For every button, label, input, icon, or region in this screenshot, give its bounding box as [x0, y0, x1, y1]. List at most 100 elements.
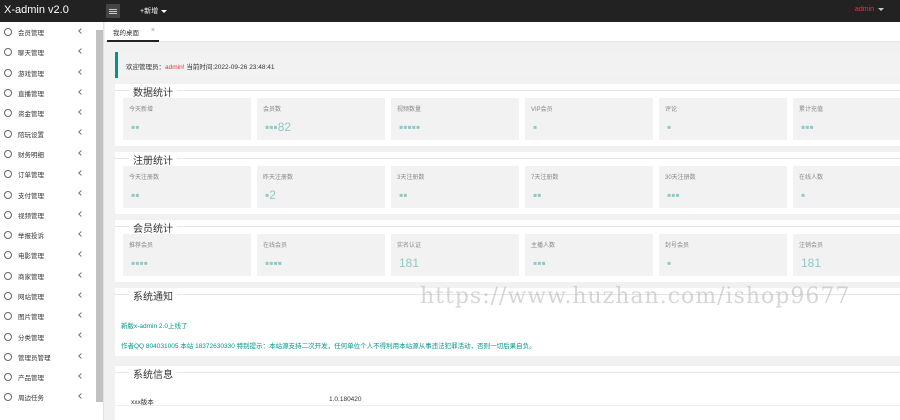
- user-icon: [4, 28, 12, 37]
- register-stats-title: 注册统计: [129, 152, 177, 167]
- chevron-left-icon: [78, 373, 84, 379]
- sidebar-scrollbar[interactable]: [96, 30, 103, 402]
- tab-desktop[interactable]: 我的桌面 ×: [107, 22, 159, 42]
- stat-card[interactable]: 在线人数 ▪: [793, 166, 900, 208]
- stat-value: ▪▪: [399, 188, 408, 202]
- app-logo[interactable]: X-admin v2.0: [4, 4, 69, 16]
- sidebar-item-label: 会员管理: [18, 30, 44, 38]
- stat-card[interactable]: 封号会员 ▪: [659, 234, 787, 276]
- info-row: xxx版本 1.0.180420: [115, 392, 900, 406]
- sidebar-item[interactable]: 直播管理: [0, 83, 103, 103]
- sidebar-item[interactable]: 聊天管理: [0, 42, 103, 62]
- sidebar-item[interactable]: 周边任务: [0, 387, 103, 407]
- sidebar-item[interactable]: 陪玩设置: [0, 123, 103, 143]
- chevron-left-icon: [78, 89, 84, 95]
- sidebar-item[interactable]: 产品管理: [0, 367, 103, 387]
- sidebar-item-label: 管理员管理: [18, 354, 51, 362]
- stat-card[interactable]: 3天注册数 ▪▪: [391, 166, 519, 208]
- stat-label: 30天注册数: [665, 175, 696, 181]
- sidebar-item-label: 财务明细: [18, 151, 44, 159]
- stat-label: 视频数量: [397, 107, 422, 113]
- stat-value: ▪: [667, 120, 672, 134]
- stat-card[interactable]: 今天注册数 ▪▪: [123, 166, 251, 208]
- info-value: 1.0.180420: [329, 396, 362, 403]
- stat-label: 今天新增: [129, 107, 154, 113]
- stat-card[interactable]: 在线会员 ▪▪▪▪: [257, 234, 385, 276]
- stat-label: 注销会员: [799, 243, 824, 249]
- stat-value: ▪▪▪82: [265, 120, 292, 134]
- stat-card[interactable]: 累计充值 ▪▪▪: [793, 98, 900, 140]
- chevron-left-icon: [78, 170, 84, 176]
- close-icon[interactable]: ×: [151, 27, 155, 34]
- menu-toggle-icon[interactable]: [106, 4, 120, 18]
- sidebar-item[interactable]: 网站管理: [0, 286, 103, 306]
- sidebar-item[interactable]: 会员管理: [0, 22, 103, 42]
- notice-item[interactable]: 新版x-admin 2.0上线了: [121, 320, 187, 330]
- stat-label: 主播人数: [531, 243, 556, 249]
- sidebar-item-label: 图片管理: [18, 314, 44, 322]
- stat-value: ▪: [801, 188, 806, 202]
- user-icon: [4, 352, 12, 361]
- stat-card[interactable]: 7天注册数 ▪▪: [525, 166, 653, 208]
- welcome-prefix: 欢迎管理员：: [126, 64, 165, 71]
- stat-value: ▪▪▪: [533, 256, 546, 270]
- user-name: admin: [854, 6, 874, 13]
- stat-card[interactable]: 会员数 ▪▪▪82: [257, 98, 385, 140]
- welcome-user: admin!: [165, 64, 185, 71]
- stat-value: ▪▪▪: [801, 120, 814, 134]
- chevron-left-icon: [78, 28, 84, 34]
- stat-value: ▪▪: [533, 188, 542, 202]
- stat-card[interactable]: 30天注册数 ▪▪▪: [659, 166, 787, 208]
- sidebar-item[interactable]: 视频管理: [0, 205, 103, 225]
- circle-icon: [4, 312, 12, 321]
- circle-icon: [4, 231, 12, 240]
- sidebar-item[interactable]: 财务明细: [0, 144, 103, 164]
- stat-card[interactable]: 评论 ▪: [659, 98, 787, 140]
- chevron-left-icon: [78, 149, 84, 156]
- stat-card[interactable]: 主播人数 ▪▪▪: [525, 234, 653, 276]
- chevron-down-icon: [161, 9, 168, 13]
- stat-card[interactable]: 注销会员 181: [793, 234, 900, 276]
- sidebar-item[interactable]: 举报投诉: [0, 225, 103, 245]
- sidebar-item[interactable]: 图片管理: [0, 306, 103, 326]
- chevron-left-icon: [78, 332, 84, 339]
- stat-label: 3天注册数: [397, 175, 425, 181]
- stat-label: 推荐会员: [129, 243, 154, 249]
- stat-label: 昨天注册数: [263, 175, 294, 181]
- data-stats-title: 数据统计: [129, 84, 177, 99]
- sidebar-item[interactable]: 分类管理: [0, 326, 103, 346]
- circle-icon: [4, 129, 12, 138]
- sidebar-item[interactable]: 支付管理: [0, 184, 103, 204]
- sidebar-item[interactable]: 商家管理: [0, 266, 103, 286]
- stat-card[interactable]: 推荐会员 ▪▪▪▪: [123, 234, 251, 276]
- stat-card[interactable]: 实名认证 181: [391, 234, 519, 276]
- circle-icon: [4, 190, 12, 199]
- stat-value: ▪▪▪: [667, 188, 680, 202]
- time-label: 当前时间:: [186, 64, 215, 71]
- sidebar-item-label: 游戏管理: [18, 70, 44, 78]
- sidebar-item-label: 产品管理: [18, 375, 44, 383]
- chevron-left-icon: [78, 48, 84, 55]
- chevron-left-icon: [78, 109, 84, 116]
- sidebar-item-label: 订单管理: [18, 172, 44, 180]
- sidebar-item[interactable]: 订单管理: [0, 164, 103, 184]
- stat-card[interactable]: 视频数量 ▪▪▪▪▪: [391, 98, 519, 140]
- new-menu-label: +新增: [140, 8, 159, 15]
- welcome-banner: 欢迎管理员：admin! 当前时间:2022-09-26 23:48:41: [115, 52, 900, 78]
- new-menu-button[interactable]: +新增: [140, 6, 168, 16]
- tab-bar: 我的桌面 ×: [105, 22, 900, 42]
- stat-card[interactable]: VIP会员 ▪: [525, 98, 653, 140]
- circle-icon: [4, 149, 12, 158]
- sidebar-item[interactable]: 资金管理: [0, 103, 103, 123]
- sidebar-item-label: 陪玩设置: [18, 131, 44, 139]
- stat-card[interactable]: 今天新增 ▪▪: [123, 98, 251, 140]
- notice-item[interactable]: 作者QQ 804031005 本站 18372630330 特别提示：本站源支持…: [121, 340, 536, 350]
- circle-icon: [4, 170, 12, 179]
- sidebar-item[interactable]: 管理员管理: [0, 347, 103, 367]
- sidebar-item[interactable]: 游戏管理: [0, 63, 103, 83]
- stat-card[interactable]: 昨天注册数 ▪2: [257, 166, 385, 208]
- user-menu-button[interactable]: admin: [855, 6, 884, 13]
- chevron-left-icon: [78, 312, 84, 318]
- circle-icon: [4, 109, 12, 118]
- sidebar-item[interactable]: 电影管理: [0, 245, 103, 265]
